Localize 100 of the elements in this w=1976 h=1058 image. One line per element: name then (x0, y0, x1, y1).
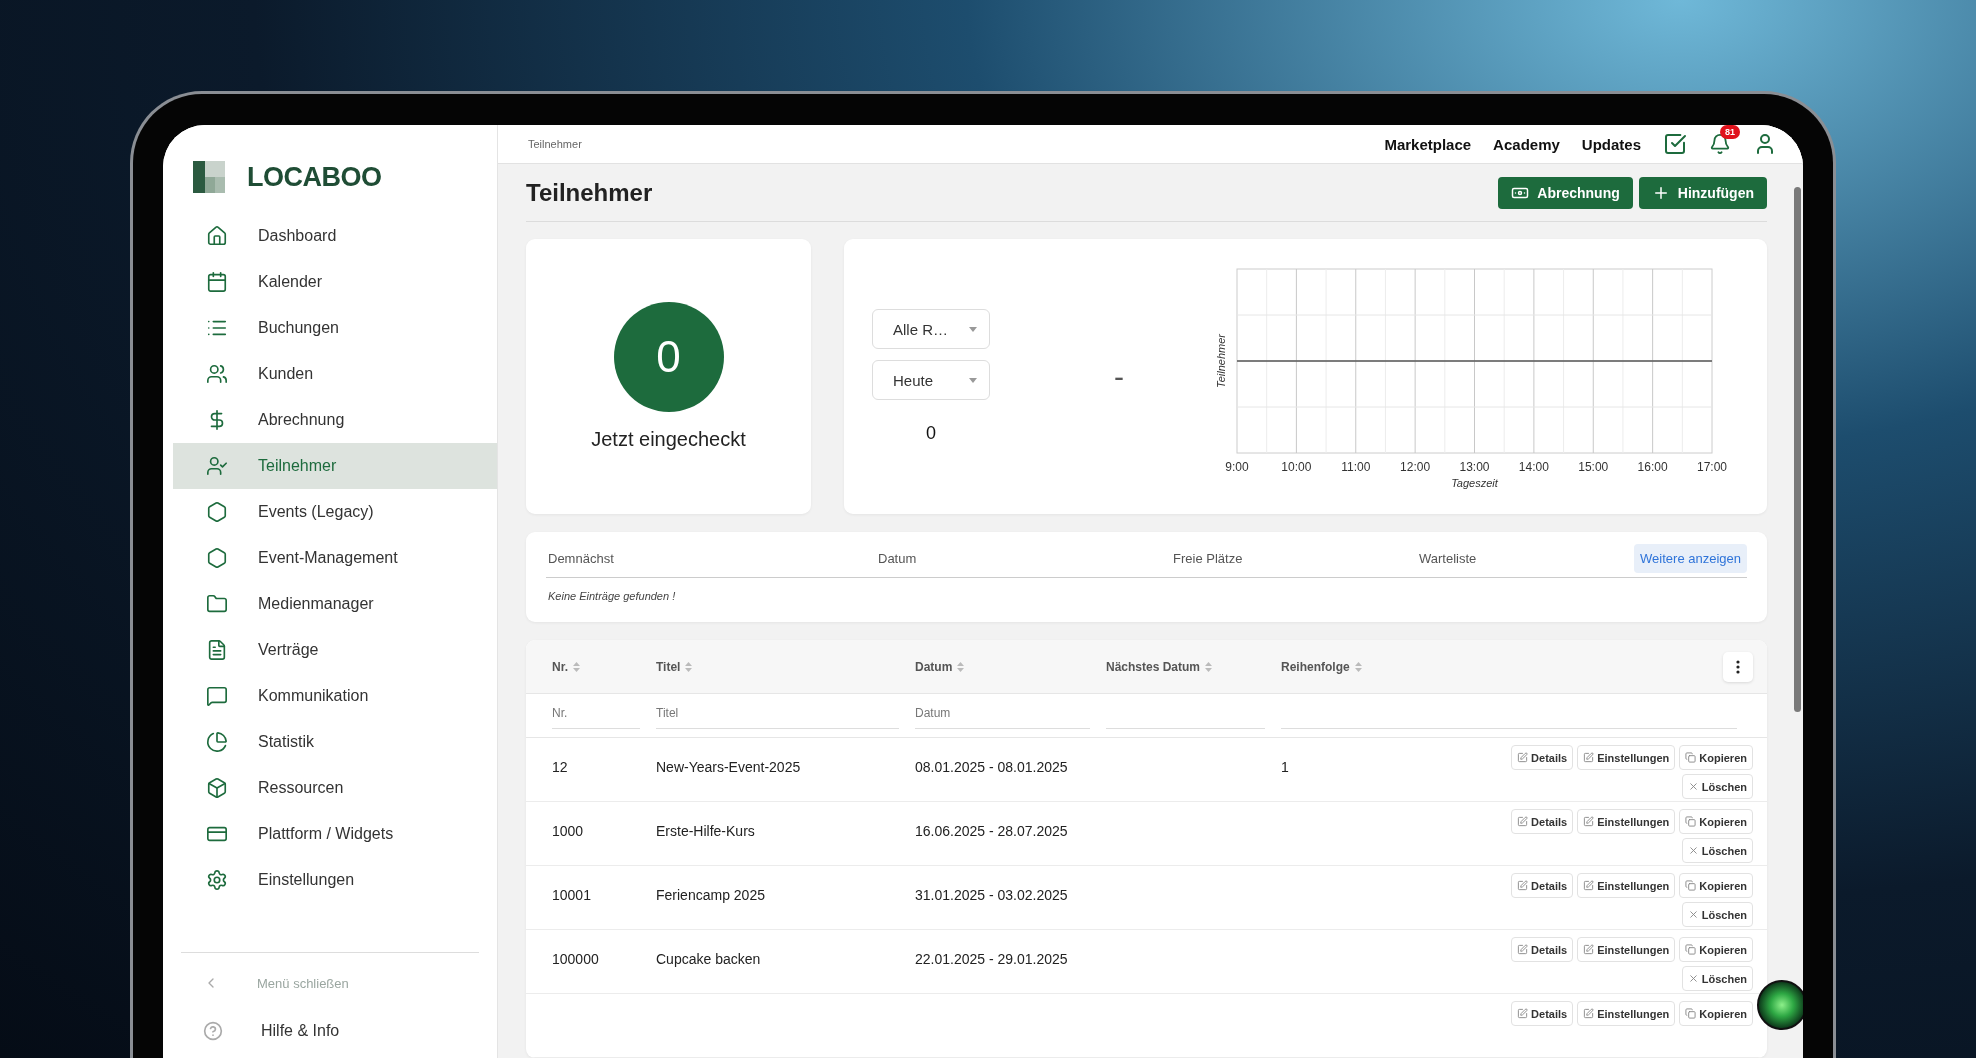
sort-icon (1354, 661, 1362, 672)
row-action-button[interactable]: Details (1511, 1001, 1574, 1026)
help-menu-item[interactable]: Hilfe & Info (181, 1011, 479, 1051)
header-button[interactable]: Abrechnung (1498, 176, 1633, 209)
nav-item[interactable]: Teilnehmer (173, 443, 497, 489)
table-cell-text: 08.01.2025 - 08.01.2025 (915, 758, 1069, 775)
row-action-button[interactable]: Kopieren (1679, 745, 1753, 770)
top-link[interactable]: Marketplace (1384, 135, 1472, 153)
sort-icon (685, 661, 693, 672)
nav-item[interactable]: Medienmanager (173, 581, 497, 627)
pencil-square-icon (1583, 752, 1595, 763)
table-cell-text: 22.01.2025 - 29.01.2025 (915, 950, 1069, 967)
pencil-square-icon (1583, 1008, 1595, 1019)
row-action-button[interactable]: Einstellungen (1577, 1001, 1676, 1026)
axis-tick-label: 17:00 (1697, 460, 1727, 474)
nav-item[interactable]: Events (Legacy) (173, 489, 497, 535)
row-action-button[interactable]: Kopieren (1679, 873, 1753, 898)
row-action-button[interactable]: Details (1511, 809, 1574, 834)
column-header[interactable]: Titel (656, 659, 915, 674)
folder-icon (206, 593, 228, 615)
column-header[interactable]: Nächstes Datum (1106, 659, 1281, 674)
table-cell-text: New-Years-Event-2025 (656, 758, 802, 775)
row-action-button[interactable]: Löschen (1681, 902, 1753, 927)
close-icon (1687, 909, 1699, 920)
nav-item[interactable]: Buchungen (173, 305, 497, 351)
empty-message: Keine Einträge gefunden ! (547, 589, 677, 604)
notification-badge: 81 (1720, 125, 1740, 139)
sort-icon (573, 661, 580, 672)
table-cell-text: Cupcake backen (656, 950, 762, 967)
total-count: 0 (926, 423, 936, 444)
help-icon (203, 1021, 223, 1041)
header-button[interactable]: Hinzufügen (1638, 176, 1767, 209)
nav-item[interactable]: Dashboard (173, 213, 497, 259)
row-action-button[interactable]: Einstellungen (1577, 873, 1676, 898)
users-icon (206, 363, 228, 385)
hexagon-icon (206, 501, 228, 523)
pencil-square-icon (1517, 1008, 1529, 1019)
filter-select[interactable]: Heute (872, 360, 990, 400)
axis-tick-label: 10:00 (1281, 460, 1312, 474)
notification-bell-icon[interactable] (1709, 133, 1731, 155)
table-cell-text: Erste-Hilfe-Kurs (656, 822, 756, 839)
row-action-button[interactable]: Kopieren (1679, 1001, 1753, 1026)
row-action-button[interactable]: Details (1511, 873, 1574, 898)
nav-item[interactable]: Kalender (173, 259, 497, 305)
user-check-icon (206, 455, 228, 477)
hexagon-icon (206, 547, 228, 569)
checked-in-label: Jetzt eingecheckt (591, 428, 746, 451)
page-title: Teilnehmer (526, 178, 653, 207)
row-action-button[interactable]: Löschen (1681, 838, 1753, 863)
table-cell-text: Feriencamp 2025 (656, 886, 766, 903)
row-action-button[interactable]: Einstellungen (1577, 937, 1676, 962)
filter-input[interactable]: Titel (656, 702, 899, 729)
column-header: Demnächst (547, 551, 615, 566)
range-value: - (1114, 359, 1124, 394)
settings-icon (206, 869, 228, 891)
row-action-button[interactable]: Kopieren (1679, 937, 1753, 962)
pie-chart-icon (206, 731, 228, 753)
pencil-square-icon (1517, 752, 1529, 763)
nav-item[interactable]: Kommunikation (173, 673, 497, 719)
row-action-button[interactable]: Kopieren (1679, 809, 1753, 834)
nav-item[interactable]: Einstellungen (173, 857, 497, 903)
row-action-button[interactable]: Details (1511, 937, 1574, 962)
nav-item[interactable]: Ressourcen (173, 765, 497, 811)
copy-icon (1685, 752, 1697, 763)
row-action-button[interactable]: Einstellungen (1577, 809, 1676, 834)
row-action-button[interactable]: Einstellungen (1577, 745, 1676, 770)
top-link[interactable]: Academy (1493, 135, 1560, 153)
axis-tick-label: 13:00 (1459, 460, 1490, 474)
scrollbar[interactable] (1794, 187, 1801, 712)
task-check-icon[interactable] (1663, 132, 1687, 156)
axis-title: Tageszeit (1451, 477, 1498, 489)
filter-input[interactable]: Datum (915, 702, 1090, 729)
copy-icon (1685, 944, 1697, 955)
nav-item[interactable]: Verträge (173, 627, 497, 673)
kebab-icon (1736, 659, 1740, 674)
table-cell-text: 100000 (552, 950, 600, 967)
filter-input[interactable]: Nr. (552, 702, 640, 729)
filter-select[interactable]: Alle R… (872, 309, 990, 349)
row-action-button[interactable]: Löschen (1681, 966, 1753, 991)
axis-tick-label: 9:00 (1225, 460, 1249, 474)
nav-item[interactable]: Plattform / Widgets (173, 811, 497, 857)
nav-item[interactable]: Event-Management (173, 535, 497, 581)
nav-item[interactable]: Abrechnung (173, 397, 497, 443)
pencil-square-icon (1517, 816, 1529, 827)
table-cell-text: 1 (1281, 758, 1290, 775)
column-header[interactable]: Datum (915, 659, 1106, 674)
row-action-button[interactable]: Löschen (1681, 774, 1753, 799)
row-action-button[interactable]: Details (1511, 745, 1574, 770)
nav-item[interactable]: Kunden (173, 351, 497, 397)
pencil-square-icon (1517, 944, 1529, 955)
nav-item[interactable]: Statistik (173, 719, 497, 765)
sort-icon (957, 661, 965, 672)
pencil-square-icon (1583, 944, 1595, 955)
top-link[interactable]: Updates (1581, 135, 1641, 153)
column-header[interactable]: Reihenfolge (1281, 659, 1723, 674)
speech-bubble-icon (206, 685, 228, 707)
show-more-button[interactable]: Weitere anzeigen (1634, 544, 1747, 573)
axis-title: Teilnehmer (1215, 334, 1227, 388)
column-header[interactable]: Nr. (552, 659, 656, 674)
breadcrumb[interactable]: Teilnehmer (528, 138, 582, 150)
